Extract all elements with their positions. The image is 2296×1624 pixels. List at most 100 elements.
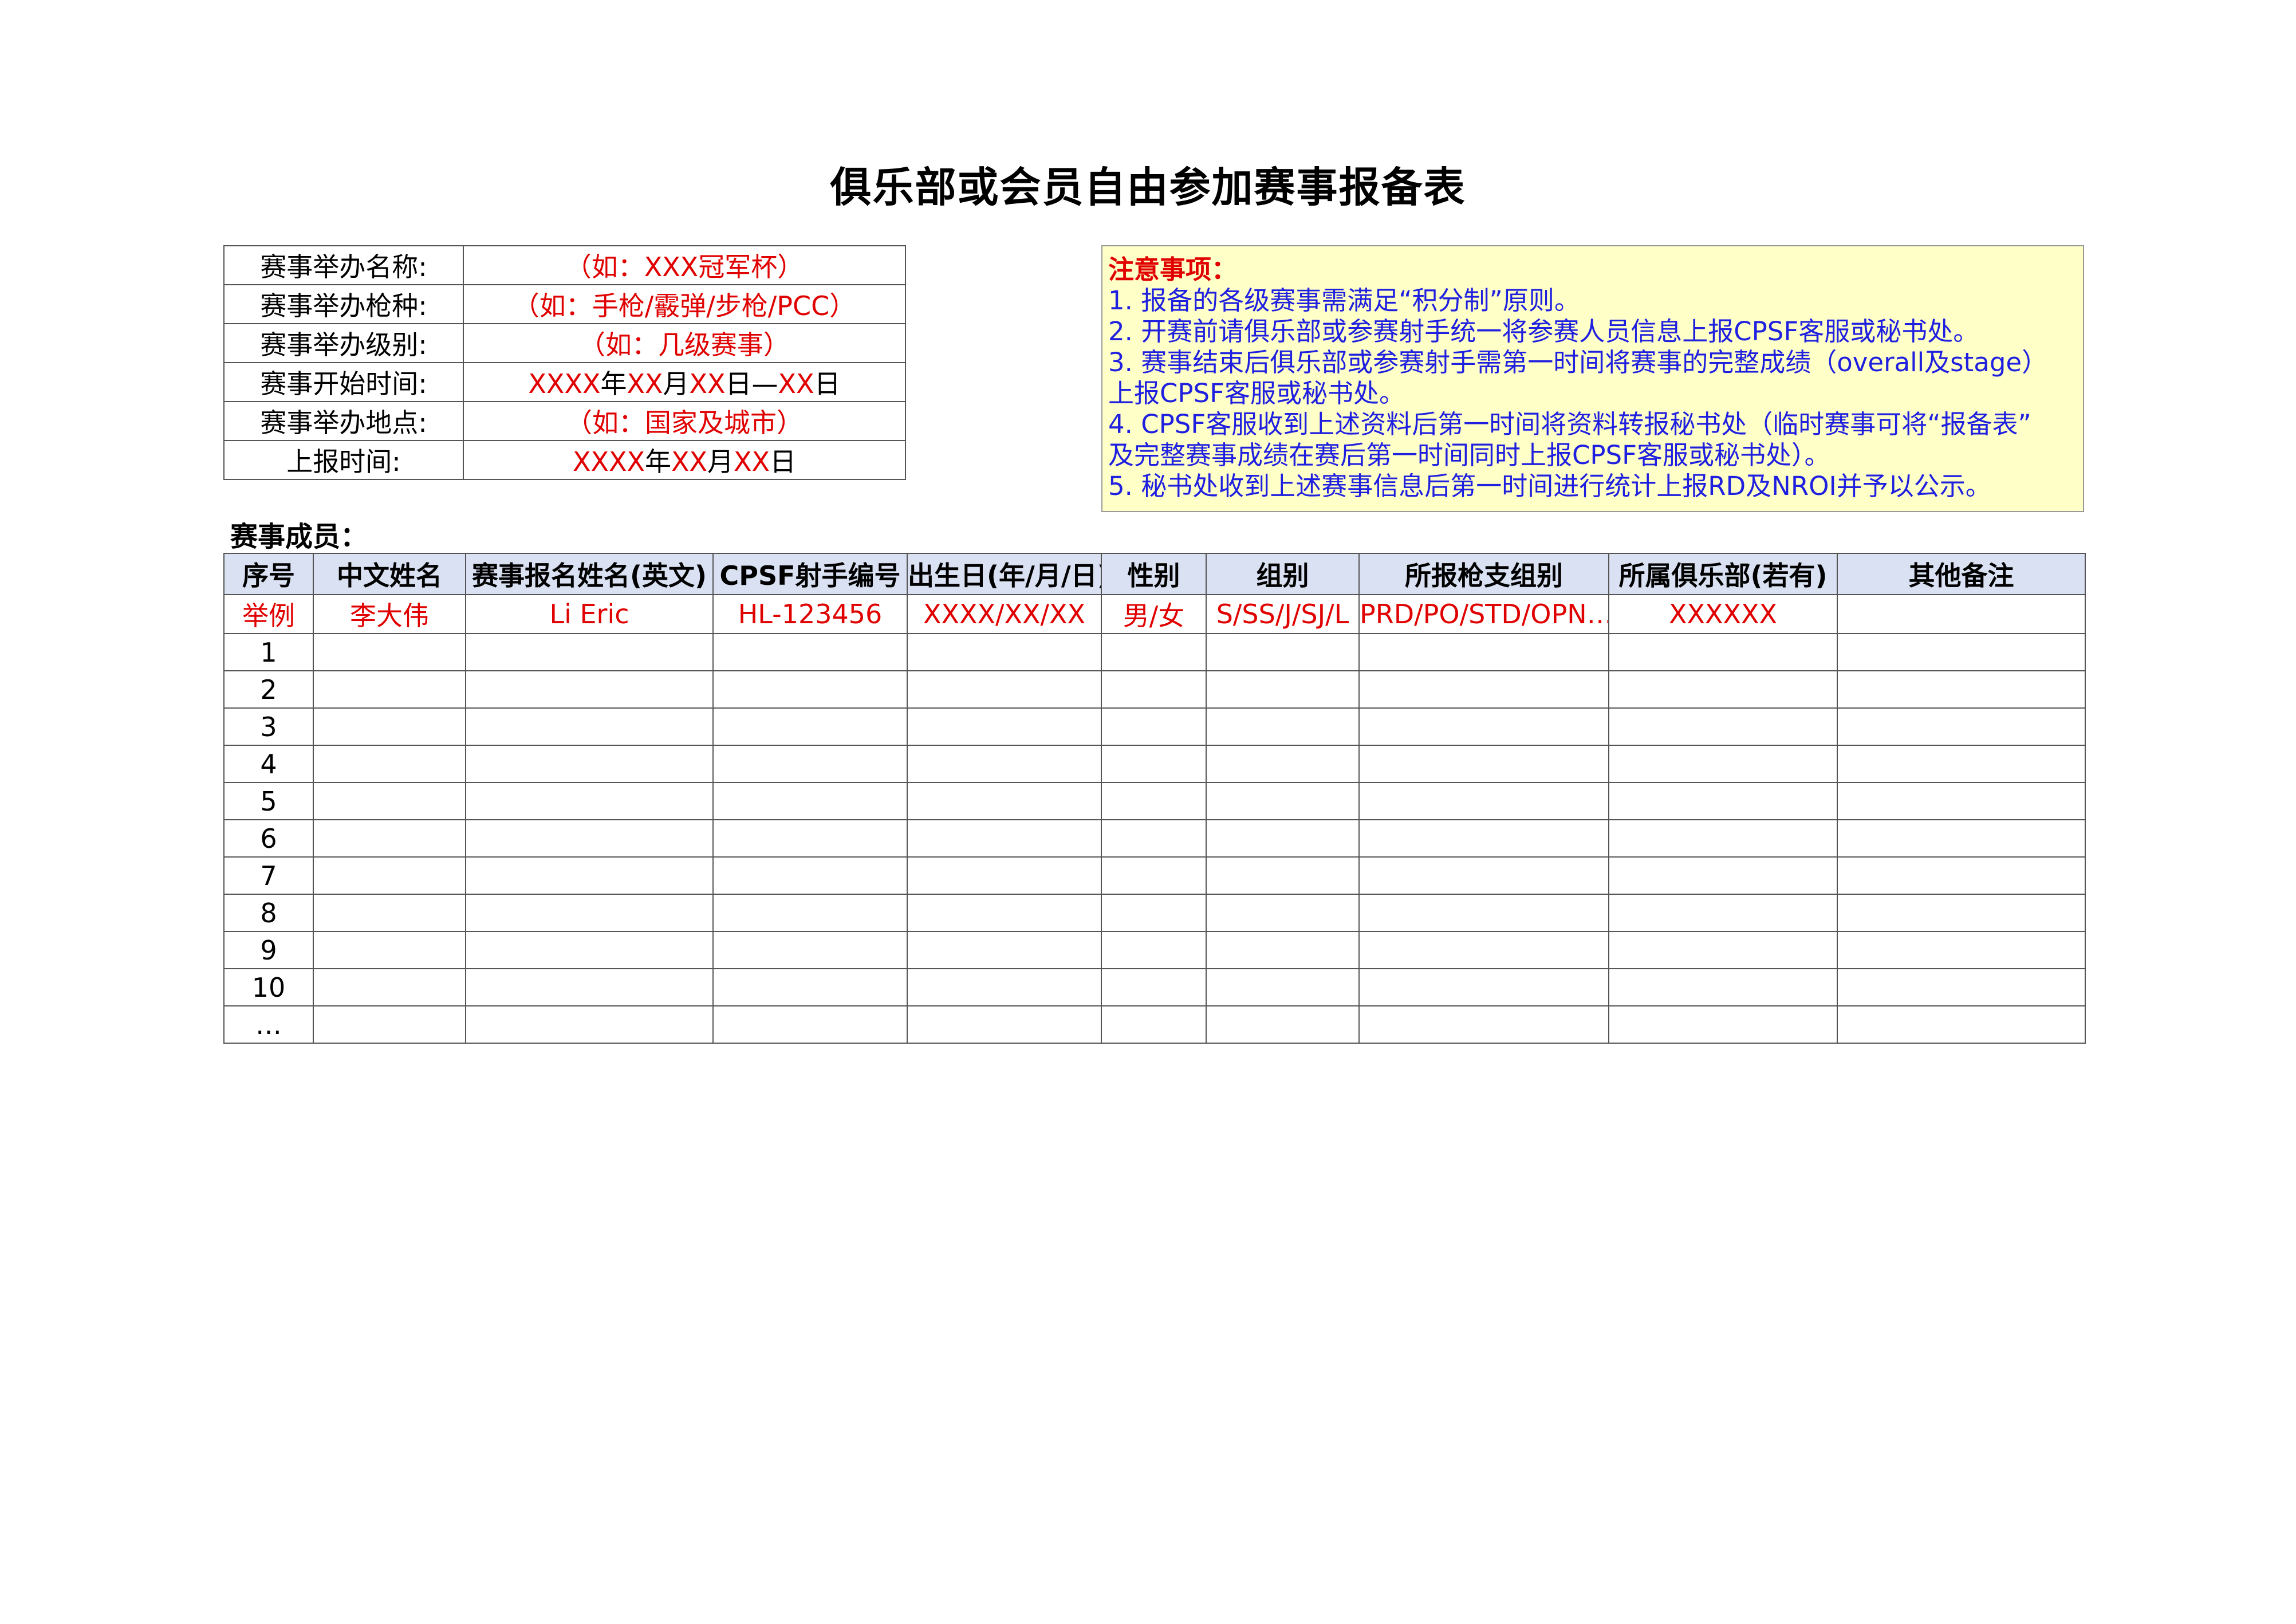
info-value[interactable]: （如：几级赛事）: [463, 323, 906, 363]
table-cell[interactable]: [1837, 670, 2086, 709]
table-cell[interactable]: [313, 968, 466, 1006]
table-cell[interactable]: [1358, 856, 1609, 895]
table-cell[interactable]: [465, 707, 714, 746]
table-cell[interactable]: [1101, 670, 1207, 709]
table-cell[interactable]: [1608, 670, 1838, 709]
table-cell[interactable]: [1358, 1005, 1609, 1044]
table-cell[interactable]: [712, 968, 908, 1006]
table-cell[interactable]: [313, 931, 466, 969]
table-cell[interactable]: [1101, 894, 1207, 932]
table-cell[interactable]: [907, 782, 1102, 820]
table-cell[interactable]: [907, 707, 1102, 746]
table-cell[interactable]: [465, 782, 714, 820]
table-cell[interactable]: [313, 745, 466, 783]
table-cell[interactable]: [1206, 707, 1360, 746]
table-cell[interactable]: [1837, 633, 2086, 671]
info-value[interactable]: （如：国家及城市）: [463, 401, 906, 441]
table-cell[interactable]: [712, 931, 908, 969]
info-value[interactable]: （如：XXX冠军杯）: [463, 245, 906, 285]
table-cell[interactable]: [1206, 745, 1360, 783]
table-cell[interactable]: [1358, 745, 1609, 783]
table-cell[interactable]: [1837, 968, 2086, 1006]
table-cell[interactable]: [907, 745, 1102, 783]
table-cell[interactable]: [1358, 782, 1609, 820]
table-cell[interactable]: [1101, 819, 1207, 858]
table-cell[interactable]: [712, 670, 908, 709]
table-cell[interactable]: [1206, 1005, 1360, 1044]
table-cell[interactable]: [1206, 931, 1360, 969]
table-cell[interactable]: [1358, 670, 1609, 709]
table-cell[interactable]: [1358, 931, 1609, 969]
table-cell[interactable]: [465, 1005, 714, 1044]
table-cell[interactable]: [907, 968, 1102, 1006]
table-cell[interactable]: [1608, 707, 1838, 746]
table-cell[interactable]: [313, 894, 466, 932]
table-cell[interactable]: [1837, 707, 2086, 746]
table-cell[interactable]: [465, 745, 714, 783]
table-cell[interactable]: [313, 633, 466, 671]
table-cell[interactable]: [1608, 782, 1838, 820]
table-cell[interactable]: [712, 633, 908, 671]
table-cell[interactable]: [712, 782, 908, 820]
table-cell[interactable]: [1837, 745, 2086, 783]
table-cell[interactable]: [1608, 856, 1838, 895]
table-cell[interactable]: [1101, 633, 1207, 671]
table-cell[interactable]: [1608, 968, 1838, 1006]
table-cell[interactable]: [465, 968, 714, 1006]
table-cell[interactable]: [1101, 1005, 1207, 1044]
table-cell[interactable]: [1101, 856, 1207, 895]
table-cell[interactable]: [465, 931, 714, 969]
table-cell[interactable]: [1837, 1005, 2086, 1044]
table-cell[interactable]: [1608, 894, 1838, 932]
table-cell[interactable]: [313, 782, 466, 820]
table-cell[interactable]: [1608, 931, 1838, 969]
info-value[interactable]: （如：手枪/霰弹/步枪/PCC）: [463, 284, 906, 324]
table-cell[interactable]: [1206, 819, 1360, 858]
table-cell[interactable]: [313, 1005, 466, 1044]
table-cell[interactable]: [1206, 670, 1360, 709]
table-cell[interactable]: [712, 707, 908, 746]
table-cell[interactable]: [1608, 745, 1838, 783]
table-cell[interactable]: [907, 894, 1102, 932]
table-cell[interactable]: [1101, 968, 1207, 1006]
table-cell[interactable]: [1358, 968, 1609, 1006]
table-cell[interactable]: [907, 633, 1102, 671]
table-cell[interactable]: [1358, 894, 1609, 932]
table-cell[interactable]: [313, 707, 466, 746]
table-cell[interactable]: [465, 670, 714, 709]
table-cell[interactable]: [1837, 856, 2086, 895]
table-cell[interactable]: [465, 633, 714, 671]
table-cell[interactable]: [907, 931, 1102, 969]
table-cell[interactable]: [1101, 707, 1207, 746]
table-cell[interactable]: [1358, 819, 1609, 858]
table-cell[interactable]: [465, 856, 714, 895]
table-cell[interactable]: [1206, 782, 1360, 820]
table-cell[interactable]: [712, 894, 908, 932]
table-cell[interactable]: [712, 1005, 908, 1044]
table-cell[interactable]: [313, 670, 466, 709]
table-cell[interactable]: [1101, 931, 1207, 969]
table-cell[interactable]: [1837, 894, 2086, 932]
table-cell[interactable]: [907, 856, 1102, 895]
table-cell[interactable]: [712, 856, 908, 895]
table-cell[interactable]: [1837, 931, 2086, 969]
table-cell[interactable]: [465, 819, 714, 858]
table-cell[interactable]: [1101, 782, 1207, 820]
table-cell[interactable]: [907, 819, 1102, 858]
table-cell[interactable]: [712, 819, 908, 858]
table-cell[interactable]: [1206, 968, 1360, 1006]
table-cell[interactable]: [465, 894, 714, 932]
table-cell[interactable]: [1206, 894, 1360, 932]
table-cell[interactable]: [1837, 819, 2086, 858]
table-cell[interactable]: [1608, 633, 1838, 671]
table-cell[interactable]: [1101, 745, 1207, 783]
table-cell[interactable]: [1358, 707, 1609, 746]
table-cell[interactable]: [1608, 819, 1838, 858]
table-cell[interactable]: [712, 745, 908, 783]
table-cell[interactable]: [1837, 782, 2086, 820]
table-cell[interactable]: [1608, 1005, 1838, 1044]
table-cell[interactable]: [1358, 633, 1609, 671]
table-cell[interactable]: [1206, 633, 1360, 671]
info-value[interactable]: XXXX年XX月XX日: [463, 440, 906, 480]
table-cell[interactable]: [313, 819, 466, 858]
